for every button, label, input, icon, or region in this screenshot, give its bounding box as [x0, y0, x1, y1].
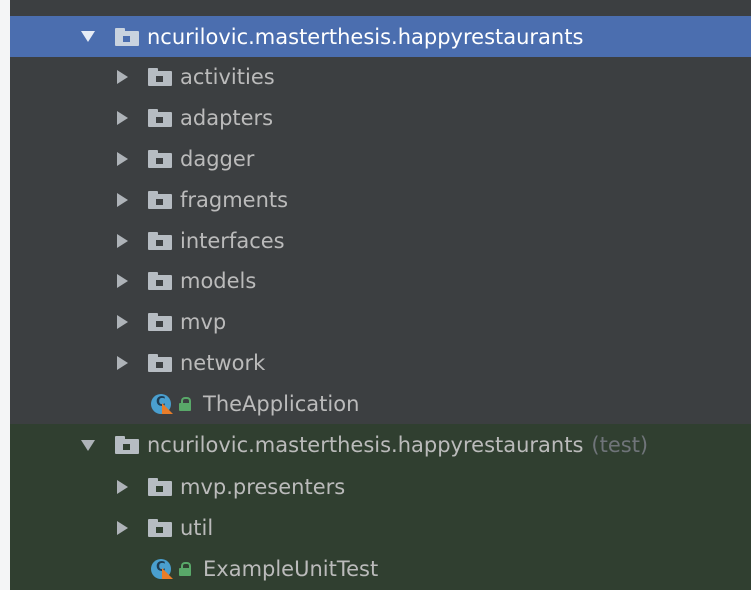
package-folder-icon	[148, 353, 172, 372]
tree-row-folder-models[interactable]: models	[10, 260, 751, 301]
package-folder-icon	[148, 231, 172, 250]
tree-row-package-test[interactable]: ncurilovic.masterthesis.happyrestaurants…	[10, 424, 751, 466]
package-main-label: ncurilovic.masterthesis.happyrestaurants	[147, 24, 584, 49]
chevron-right-icon[interactable]	[117, 151, 128, 166]
folder-label: interfaces	[180, 228, 285, 253]
tree-row-folder-network[interactable]: network	[10, 342, 751, 383]
chevron-right-icon[interactable]	[117, 69, 128, 84]
tree-row-folder-activities[interactable]: activities	[10, 56, 751, 97]
package-test-suffix: (test)	[591, 433, 649, 457]
folder-label: util	[180, 515, 214, 540]
package-folder-icon	[148, 108, 172, 127]
tree-row-folder-interfaces[interactable]: interfaces	[10, 220, 751, 261]
package-folder-icon	[148, 67, 172, 86]
package-test-label: ncurilovic.masterthesis.happyrestaurants	[147, 433, 584, 457]
class-label: ExampleUnitTest	[203, 557, 379, 581]
chevron-right-icon[interactable]	[117, 355, 128, 370]
package-folder-icon	[115, 27, 139, 46]
tree-top-edge	[10, 0, 751, 12]
folder-label: models	[180, 268, 257, 293]
package-folder-icon	[148, 518, 172, 537]
package-folder-icon	[148, 149, 172, 168]
tree-row-package-main[interactable]: ncurilovic.masterthesis.happyrestaurants	[10, 16, 751, 57]
class-runnable-icon: C	[151, 557, 177, 581]
folder-label: activities	[180, 64, 275, 89]
tree-row-folder-mvp-presenters[interactable]: mvp.presenters	[10, 466, 751, 507]
tree-row-folder-adapters[interactable]: adapters	[10, 97, 751, 138]
folder-label: dagger	[180, 146, 255, 171]
project-tree: ncurilovic.masterthesis.happyrestaurants…	[10, 0, 751, 590]
folder-label: adapters	[180, 105, 274, 130]
folder-label: network	[180, 350, 266, 375]
package-folder-icon	[148, 271, 172, 290]
chevron-right-icon[interactable]	[117, 192, 128, 207]
tree-row-class-exampleunittest[interactable]: C ExampleUnitTest	[10, 548, 751, 590]
chevron-down-icon[interactable]	[81, 31, 95, 42]
lock-icon	[179, 561, 191, 577]
chevron-right-icon[interactable]	[117, 233, 128, 248]
chevron-down-icon[interactable]	[81, 439, 95, 451]
chevron-right-icon[interactable]	[117, 520, 128, 535]
class-label: TheApplication	[203, 391, 360, 416]
package-folder-icon	[148, 190, 172, 209]
class-runnable-icon: C	[151, 392, 177, 416]
chevron-right-icon[interactable]	[117, 110, 128, 125]
folder-label: fragments	[180, 187, 289, 212]
lock-icon	[179, 396, 191, 412]
tree-row-folder-fragments[interactable]: fragments	[10, 179, 751, 220]
tree-row-class-theapplication[interactable]: C TheApplication	[10, 383, 751, 424]
package-folder-icon	[148, 312, 172, 331]
tree-row-folder-util[interactable]: util	[10, 507, 751, 548]
package-folder-icon	[115, 436, 139, 454]
package-folder-icon	[148, 477, 172, 496]
chevron-right-icon[interactable]	[117, 479, 128, 494]
tree-row-folder-dagger[interactable]: dagger	[10, 138, 751, 179]
folder-label: mvp	[180, 309, 227, 334]
folder-label: mvp.presenters	[180, 474, 346, 499]
chevron-right-icon[interactable]	[117, 273, 128, 288]
chevron-right-icon[interactable]	[117, 314, 128, 329]
tree-row-folder-mvp[interactable]: mvp	[10, 301, 751, 342]
